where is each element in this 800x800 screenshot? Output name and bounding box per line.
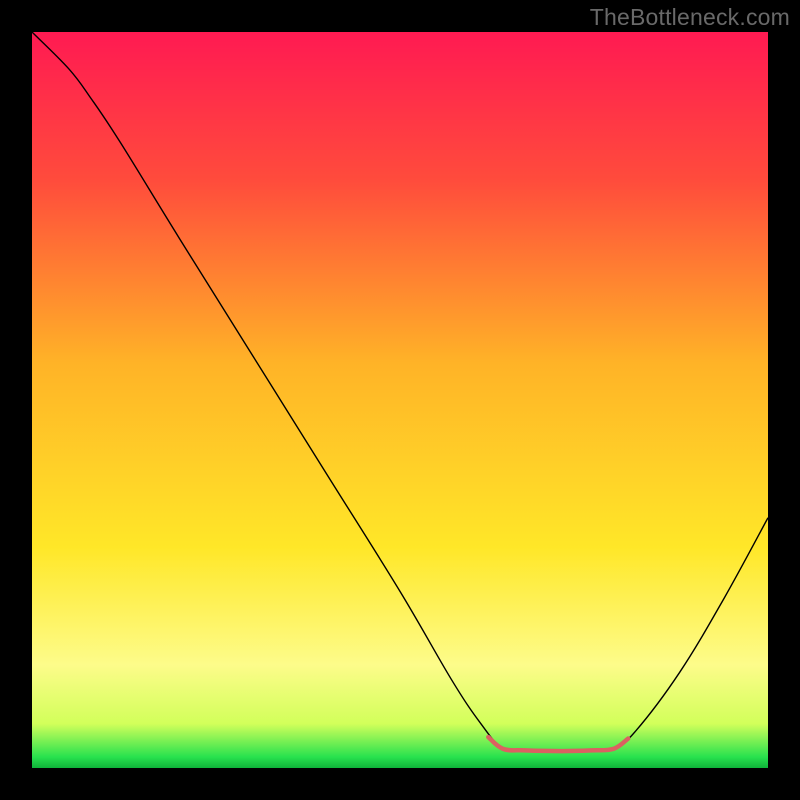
chart-plot (32, 32, 768, 768)
chart-frame: TheBottleneck.com (0, 0, 800, 800)
watermark-text: TheBottleneck.com (590, 4, 790, 31)
chart-background (32, 32, 768, 768)
